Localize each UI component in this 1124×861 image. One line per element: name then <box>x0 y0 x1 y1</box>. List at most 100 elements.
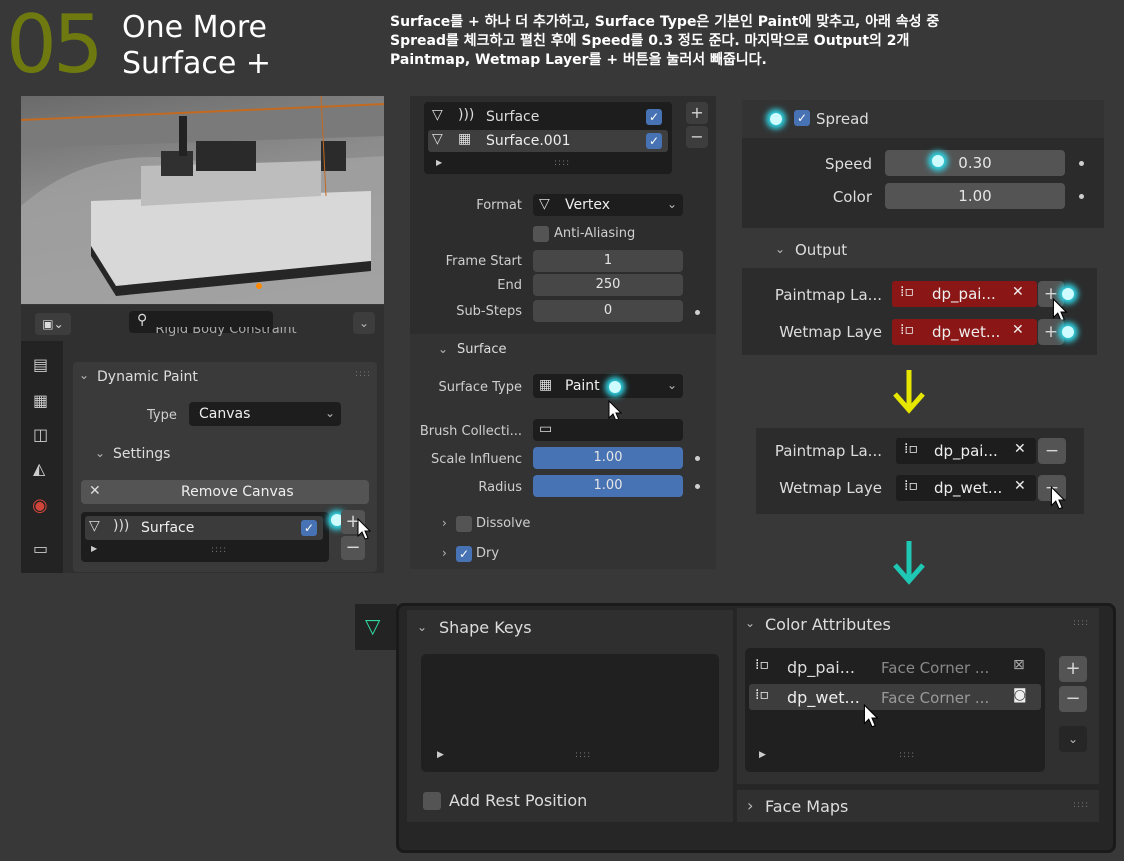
dynamic-paint-header[interactable]: Dynamic Paint <box>97 369 198 385</box>
face-maps-header[interactable]: Face Maps <box>765 797 848 816</box>
keyframe-dot-icon[interactable] <box>695 310 700 315</box>
drag-handle-icon[interactable]: :::: <box>1073 800 1089 810</box>
list-item[interactable]: ⁞▫ dp_pai... Face Corner ... ⊠ <box>749 654 1041 680</box>
world-tab-icon[interactable]: ◉ <box>32 495 48 516</box>
wetmap-layer-field[interactable]: ⁞▫ dp_wet... ✕ <box>896 475 1036 501</box>
mouse-cursor-icon <box>1050 486 1066 510</box>
sub-steps-field[interactable]: 0 <box>533 300 683 322</box>
remove-paintmap-layer-button[interactable]: − <box>1038 438 1066 464</box>
render-tab-icon[interactable]: ▤ <box>33 355 48 374</box>
paintmap-layer-field[interactable]: ⁞▫ dp_pai... ✕ <box>892 281 1037 307</box>
play-icon[interactable]: ▶ <box>437 750 444 760</box>
spread-checkbox[interactable]: ✓ <box>794 110 810 126</box>
scale-influence-field[interactable]: 1.00 <box>533 447 683 469</box>
dry-checkbox[interactable]: ✓ <box>456 546 472 562</box>
resize-grip-icon[interactable]: :::: <box>554 158 570 168</box>
list-item[interactable]: ⁞▫ dp_wet... Face Corner ... ◙ <box>749 684 1041 710</box>
instruction-line2: Spread를 체크하고 펼친 후에 Speed를 0.3 정도 준다. 마지막… <box>390 33 910 49</box>
chevron-right-icon[interactable]: › <box>442 516 447 530</box>
chevron-down-icon[interactable]: ⌄ <box>417 620 427 634</box>
collection-tab-icon[interactable]: ▭ <box>33 539 48 558</box>
chevron-down-icon[interactable]: ⌄ <box>775 242 785 256</box>
clear-icon[interactable]: ✕ <box>1012 284 1024 300</box>
type-dropdown[interactable]: Canvas ⌄ <box>189 402 341 426</box>
list-item[interactable]: ▽ ▦ Surface.001 ✓ <box>428 130 668 152</box>
remove-canvas-button[interactable]: ✕ Remove Canvas <box>81 480 369 504</box>
add-surface-button[interactable]: + <box>686 102 708 124</box>
remove-color-attribute-button[interactable]: − <box>1059 686 1087 712</box>
dissolve-checkbox[interactable] <box>456 516 472 532</box>
list-item[interactable]: ▽ ))) Surface ✓ <box>85 516 323 540</box>
keyframe-dot-icon[interactable] <box>695 456 700 461</box>
surface-enabled-checkbox[interactable]: ✓ <box>646 133 662 149</box>
view-layer-tab-icon[interactable]: ◫ <box>33 425 48 444</box>
resize-grip-icon[interactable]: :::: <box>575 750 591 760</box>
plus-icon: + <box>690 103 704 122</box>
wetmap-layer-field[interactable]: ⁞▫ dp_wet... ✕ <box>892 319 1037 345</box>
mesh-data-icon[interactable]: ▽ <box>365 614 380 638</box>
shape-keys-header[interactable]: Shape Keys <box>439 618 532 637</box>
play-icon[interactable]: ▶ <box>436 158 442 167</box>
format-dropdown[interactable]: ▽ Vertex ⌄ <box>533 194 683 216</box>
frame-start-field[interactable]: 1 <box>533 250 683 272</box>
surface-enabled-checkbox[interactable]: ✓ <box>301 520 317 536</box>
plus-icon: + <box>1065 658 1081 679</box>
chevron-down-icon: ⌄ <box>324 406 335 420</box>
clear-icon[interactable]: ✕ <box>1012 322 1024 338</box>
camera-off-icon[interactable]: ⊠ <box>1013 657 1025 673</box>
surface-enabled-checkbox[interactable]: ✓ <box>646 109 662 125</box>
color-field[interactable]: 1.00 <box>885 183 1065 209</box>
chevron-right-icon[interactable]: › <box>442 546 447 560</box>
chevron-right-icon[interactable]: › <box>747 796 753 815</box>
vertex-color-icon: ⁞▫ <box>904 441 918 457</box>
add-rest-position-checkbox[interactable] <box>423 792 441 810</box>
color-attributes-header[interactable]: Color Attributes <box>765 615 891 634</box>
wetmap-layer-label: Wetmap Laye <box>779 479 882 497</box>
click-highlight <box>770 113 782 125</box>
chevron-down-icon[interactable]: ⌄ <box>745 616 755 630</box>
paintmap-layer-field[interactable]: ⁞▫ dp_pai... ✕ <box>896 438 1036 464</box>
end-field[interactable]: 250 <box>533 274 683 296</box>
output-header[interactable]: Output <box>795 241 847 259</box>
add-color-attribute-button[interactable]: + <box>1059 656 1087 682</box>
play-icon[interactable]: ▶ <box>91 544 97 553</box>
scene-tab-icon[interactable]: ◭ <box>33 459 45 478</box>
wave-icon: ))) <box>458 107 475 123</box>
clear-icon[interactable]: ✕ <box>1014 441 1026 457</box>
list-item[interactable]: ▽ ))) Surface ✓ <box>428 106 668 128</box>
chevron-down-icon[interactable]: ⌄ <box>438 342 448 356</box>
play-icon[interactable]: ▶ <box>759 750 766 760</box>
surface-type-dropdown[interactable]: ▦ Paint ⌄ <box>533 374 683 398</box>
output-panel-before: Paintmap La... ⁞▫ dp_pai... ✕ + Wetmap L… <box>742 268 1097 355</box>
3d-viewport[interactable] <box>21 96 384 304</box>
dynamic-paint-panel: ⌄ Dynamic Paint :::: Type Canvas ⌄ ⌄ Set… <box>73 362 377 572</box>
add-wetmap-layer-button[interactable]: + <box>1038 319 1064 345</box>
output-tab-icon[interactable]: ▦ <box>33 391 48 410</box>
chevron-down-icon: ⌄ <box>666 378 677 392</box>
editor-type-button[interactable]: ▣⌄ <box>35 313 71 335</box>
keyframe-dot-icon[interactable] <box>1079 161 1084 166</box>
clear-icon[interactable]: ✕ <box>1014 478 1026 494</box>
keyframe-dot-icon[interactable] <box>1079 194 1084 199</box>
keyframe-dot-icon[interactable] <box>695 484 700 489</box>
resize-grip-icon[interactable]: :::: <box>211 545 227 555</box>
chevron-down-icon[interactable]: ⌄ <box>95 446 105 460</box>
remove-surface-button[interactable]: − <box>686 126 708 148</box>
chevron-down-icon[interactable]: ⌄ <box>79 368 89 382</box>
resize-grip-icon[interactable]: :::: <box>899 750 915 760</box>
surface-section-header[interactable]: Surface <box>457 342 507 357</box>
shape-keys-list[interactable]: ▶ :::: <box>421 654 719 772</box>
drag-handle-icon[interactable]: :::: <box>355 369 371 379</box>
rigid-body-constraint-header[interactable]: Rigid Body Constraint <box>91 327 361 341</box>
anti-aliasing-checkbox[interactable] <box>533 226 549 242</box>
camera-icon[interactable]: ◙ <box>1013 687 1027 703</box>
radius-field[interactable]: 1.00 <box>533 475 683 497</box>
brush-collection-field[interactable]: ▭ <box>533 419 683 441</box>
color-label: Color <box>832 188 872 206</box>
drag-handle-icon[interactable]: :::: <box>1073 618 1089 628</box>
mouse-cursor-icon <box>357 518 372 540</box>
spread-label[interactable]: Spread <box>816 110 869 128</box>
specials-menu-button[interactable]: ⌄ <box>1059 726 1087 752</box>
speed-field[interactable]: 0.30 <box>885 150 1065 176</box>
settings-header[interactable]: Settings <box>113 446 170 462</box>
